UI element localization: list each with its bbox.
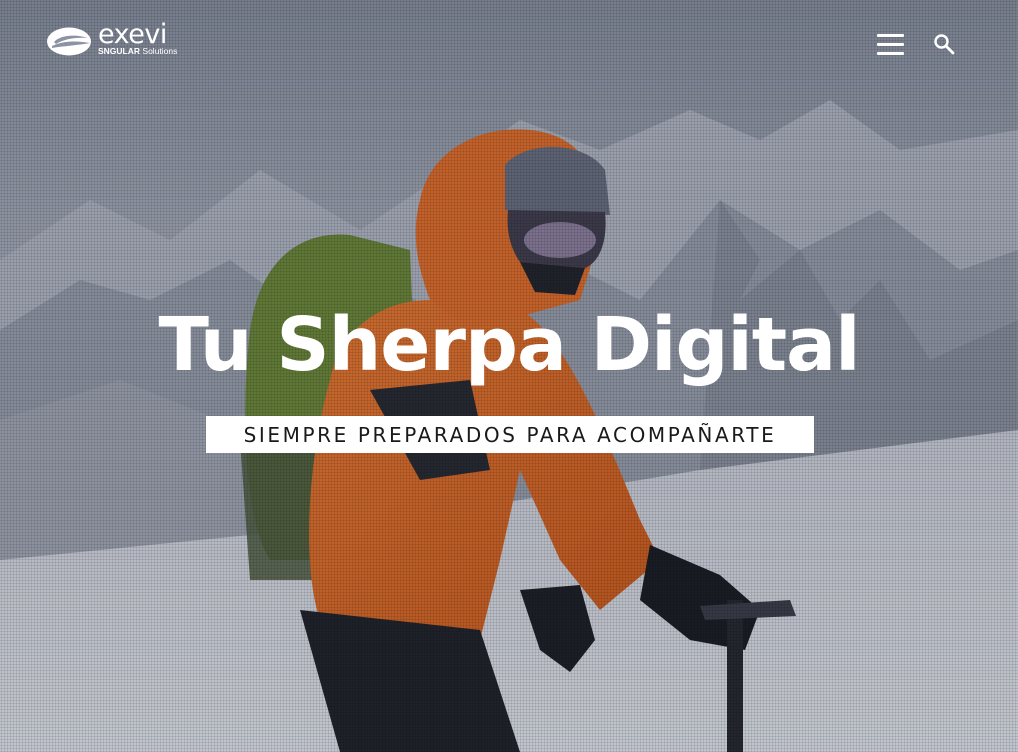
menu-line-top	[877, 34, 904, 37]
logo-subtitle-bold: SNGULAR	[98, 46, 141, 56]
logo-subtitle-light: Solutions	[142, 46, 178, 56]
hero-tagline-box: SIEMPRE PREPARADOS PARA ACOMPAÑARTE	[206, 416, 814, 453]
hero-section: exevi SNGULAR Solutions Tu Sherpa Digita…	[0, 0, 1018, 752]
logo-subtitle: SNGULAR Solutions	[98, 46, 177, 56]
hero-title: Tu Sherpa Digital	[158, 302, 861, 388]
menu-line-bottom	[877, 52, 904, 55]
menu-line-middle	[877, 43, 904, 46]
hero-tagline: SIEMPRE PREPARADOS PARA ACOMPAÑARTE	[243, 422, 777, 447]
search-icon[interactable]	[933, 33, 955, 55]
exevi-logo-icon	[47, 27, 91, 56]
hamburger-menu-icon[interactable]	[877, 34, 904, 56]
brand-logo[interactable]: exevi SNGULAR Solutions	[46, 20, 196, 60]
